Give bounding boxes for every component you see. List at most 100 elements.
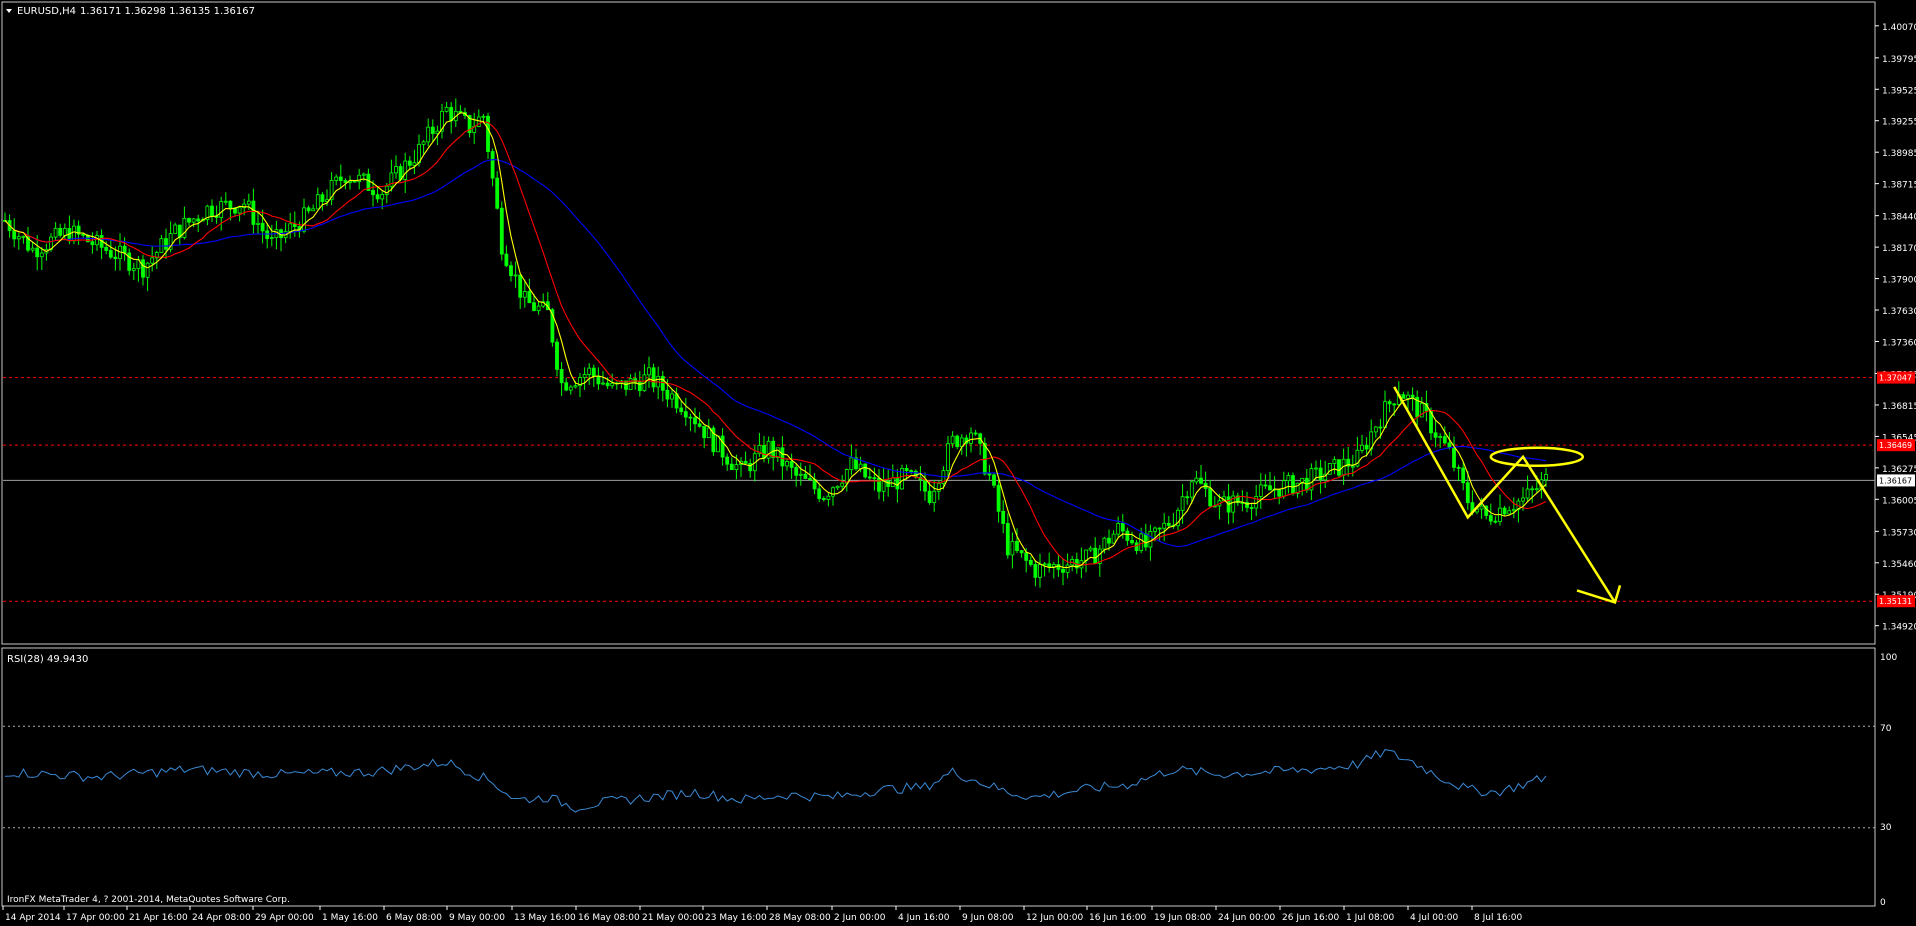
- candle-body[interactable]: [1544, 474, 1548, 481]
- candle-body[interactable]: [375, 194, 380, 200]
- candle-body[interactable]: [486, 115, 490, 152]
- candle-body[interactable]: [449, 106, 454, 122]
- candle-body[interactable]: [1005, 523, 1010, 556]
- candle-body[interactable]: [16, 236, 21, 240]
- candle-body[interactable]: [90, 241, 95, 246]
- candle-body[interactable]: [145, 262, 150, 278]
- candle-body[interactable]: [996, 484, 1001, 512]
- candle-body[interactable]: [683, 411, 688, 418]
- candle-body[interactable]: [481, 115, 486, 118]
- candle-body[interactable]: [1111, 533, 1116, 544]
- candle-body[interactable]: [601, 382, 605, 385]
- candle-body[interactable]: [867, 476, 872, 479]
- candle-body[interactable]: [555, 341, 559, 370]
- candle-body[interactable]: [932, 490, 937, 503]
- candle-body[interactable]: [1410, 394, 1415, 398]
- candle-body[interactable]: [1318, 467, 1323, 481]
- candle-body[interactable]: [1019, 550, 1024, 554]
- candle-body[interactable]: [223, 200, 228, 203]
- candle-body[interactable]: [1465, 482, 1470, 504]
- candle-body[interactable]: [1378, 426, 1383, 429]
- candle-body[interactable]: [877, 477, 881, 492]
- candle-body[interactable]: [1268, 485, 1272, 491]
- candle-body[interactable]: [610, 382, 615, 387]
- candle-body[interactable]: [62, 228, 67, 236]
- candle-body[interactable]: [265, 230, 270, 239]
- candle-body[interactable]: [518, 274, 523, 298]
- candle-body[interactable]: [1461, 467, 1466, 484]
- candle-body[interactable]: [1249, 507, 1254, 509]
- candle-body[interactable]: [1332, 459, 1337, 464]
- candle-body[interactable]: [21, 236, 26, 238]
- candle-body[interactable]: [1383, 401, 1387, 428]
- candle-body[interactable]: [886, 480, 891, 487]
- candle-body[interactable]: [573, 385, 578, 388]
- candle-body[interactable]: [1442, 436, 1447, 444]
- candle-body[interactable]: [1033, 564, 1038, 578]
- candle-body[interactable]: [1392, 403, 1397, 406]
- candle-body[interactable]: [187, 217, 191, 223]
- candle-body[interactable]: [1314, 467, 1318, 470]
- candle-body[interactable]: [702, 425, 707, 439]
- candle-body[interactable]: [582, 374, 587, 378]
- candle-body[interactable]: [256, 222, 260, 225]
- candle-body[interactable]: [532, 302, 536, 311]
- candle-body[interactable]: [108, 250, 113, 258]
- candle-body[interactable]: [1488, 515, 1493, 522]
- candle-body[interactable]: [495, 177, 500, 209]
- candle-body[interactable]: [670, 393, 674, 400]
- candle-body[interactable]: [380, 194, 385, 200]
- candle-body[interactable]: [909, 470, 914, 473]
- candle-body[interactable]: [173, 224, 178, 235]
- candle-body[interactable]: [104, 246, 109, 251]
- candle-body[interactable]: [1143, 533, 1148, 548]
- candle-body[interactable]: [95, 235, 99, 246]
- candle-body[interactable]: [973, 432, 978, 435]
- candle-body[interactable]: [394, 166, 398, 174]
- candle-body[interactable]: [513, 274, 518, 277]
- candle-body[interactable]: [564, 382, 569, 391]
- candle-body[interactable]: [679, 407, 684, 413]
- candle-body[interactable]: [251, 200, 256, 225]
- candle-body[interactable]: [591, 367, 596, 377]
- candle-body[interactable]: [762, 445, 766, 459]
- candle-body[interactable]: [504, 253, 509, 267]
- candle-body[interactable]: [1189, 481, 1194, 498]
- candle-body[interactable]: [748, 463, 753, 472]
- candle-body[interactable]: [1162, 522, 1167, 529]
- candle-body[interactable]: [311, 208, 316, 212]
- candle-body[interactable]: [831, 487, 835, 497]
- candle-body[interactable]: [522, 291, 527, 298]
- candle-body[interactable]: [693, 417, 697, 425]
- candle-body[interactable]: [361, 173, 366, 176]
- candle-body[interactable]: [122, 245, 127, 254]
- candle-body[interactable]: [1084, 549, 1088, 562]
- candle-body[interactable]: [53, 227, 58, 238]
- candle-body[interactable]: [1208, 488, 1213, 507]
- candle-body[interactable]: [798, 473, 803, 476]
- candle-body[interactable]: [191, 218, 196, 223]
- candle-body[interactable]: [1199, 477, 1203, 484]
- candle-body[interactable]: [1180, 496, 1185, 511]
- candle-body[interactable]: [734, 464, 739, 471]
- candle-body[interactable]: [1507, 510, 1512, 515]
- candle-body[interactable]: [987, 473, 992, 476]
- candle-body[interactable]: [1120, 523, 1125, 532]
- candle-body[interactable]: [1277, 488, 1282, 497]
- candle-body[interactable]: [1438, 436, 1443, 439]
- candle-body[interactable]: [490, 151, 495, 179]
- candle-body[interactable]: [1194, 477, 1199, 483]
- candle-body[interactable]: [1061, 568, 1065, 573]
- candle-body[interactable]: [1185, 496, 1190, 499]
- candle-body[interactable]: [1364, 444, 1369, 450]
- candle-body[interactable]: [1406, 394, 1410, 399]
- candle-body[interactable]: [1093, 547, 1098, 564]
- candle-body[interactable]: [923, 479, 927, 492]
- candle-body[interactable]: [1056, 564, 1061, 570]
- candle-body[interactable]: [844, 469, 849, 484]
- candle-body[interactable]: [35, 247, 40, 258]
- candle-body[interactable]: [771, 440, 776, 458]
- candle-body[interactable]: [1038, 564, 1042, 578]
- candle-body[interactable]: [1493, 520, 1498, 523]
- candle-body[interactable]: [1337, 459, 1341, 476]
